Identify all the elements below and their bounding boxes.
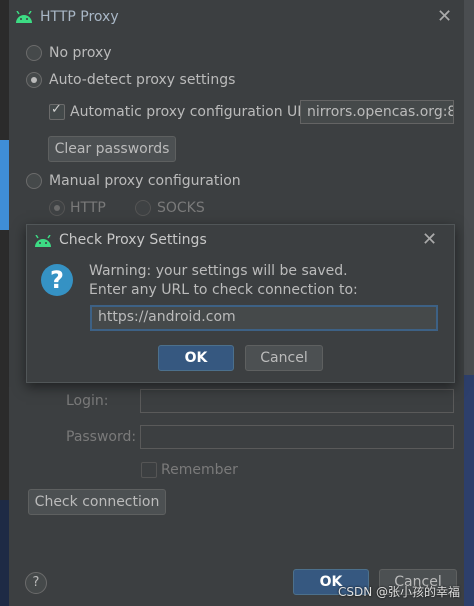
http-label: HTTP [70,200,106,216]
socks-label: SOCKS [157,200,205,216]
dialog-ok-button[interactable]: OK [158,345,234,371]
dialog-close-icon[interactable]: ✕ [422,231,437,249]
no-proxy-radio[interactable] [26,45,42,61]
background-window-right [464,0,474,606]
background-window-left [0,0,9,606]
android-icon [35,235,51,247]
dialog-instruction-text: Enter any URL to check connection to: [89,282,358,298]
password-label: Password: [66,429,137,445]
question-icon: ? [41,264,73,296]
background-window-dark-strip [0,500,9,606]
dialog-title: Check Proxy Settings [59,232,207,248]
manual-proxy-radio[interactable] [26,173,42,189]
close-icon[interactable]: ✕ [437,8,452,26]
remember-checkbox[interactable] [141,462,157,478]
check-proxy-settings-dialog: Check Proxy Settings ✕ ? Warning: your s… [26,224,455,383]
help-icon[interactable]: ? [25,572,47,594]
auto-config-url-checkbox[interactable] [49,102,65,120]
title-bar: HTTP Proxy ✕ [9,0,464,34]
socks-radio[interactable] [135,200,151,216]
check-url-input[interactable]: https://android.com [90,305,438,331]
http-radio[interactable] [49,200,65,216]
no-proxy-label[interactable]: No proxy [49,45,112,61]
csdn-watermark: CSDN @张小孩的幸福 [337,585,460,599]
dialog-cancel-button[interactable]: Cancel [245,345,323,371]
remember-label: Remember [161,462,238,478]
login-input[interactable] [140,389,454,413]
auto-config-url-label[interactable]: Automatic proxy configuration URL: [70,104,320,120]
auto-detect-label[interactable]: Auto-detect proxy settings [49,72,235,88]
password-input[interactable] [140,425,454,449]
check-connection-button[interactable]: Check connection [28,489,166,515]
auto-detect-radio[interactable] [26,72,42,88]
android-icon [16,11,32,23]
clear-passwords-button[interactable]: Clear passwords [48,136,176,162]
background-window-right-strip [464,375,474,606]
window-title: HTTP Proxy [40,9,119,25]
background-window-blue-strip [0,140,9,230]
dialog-warning-text: Warning: your settings will be saved. [89,263,348,279]
auto-config-url-input[interactable]: nirrors.opencas.org:80 [300,100,454,124]
manual-proxy-label[interactable]: Manual proxy configuration [49,173,241,189]
login-label: Login: [66,393,109,409]
